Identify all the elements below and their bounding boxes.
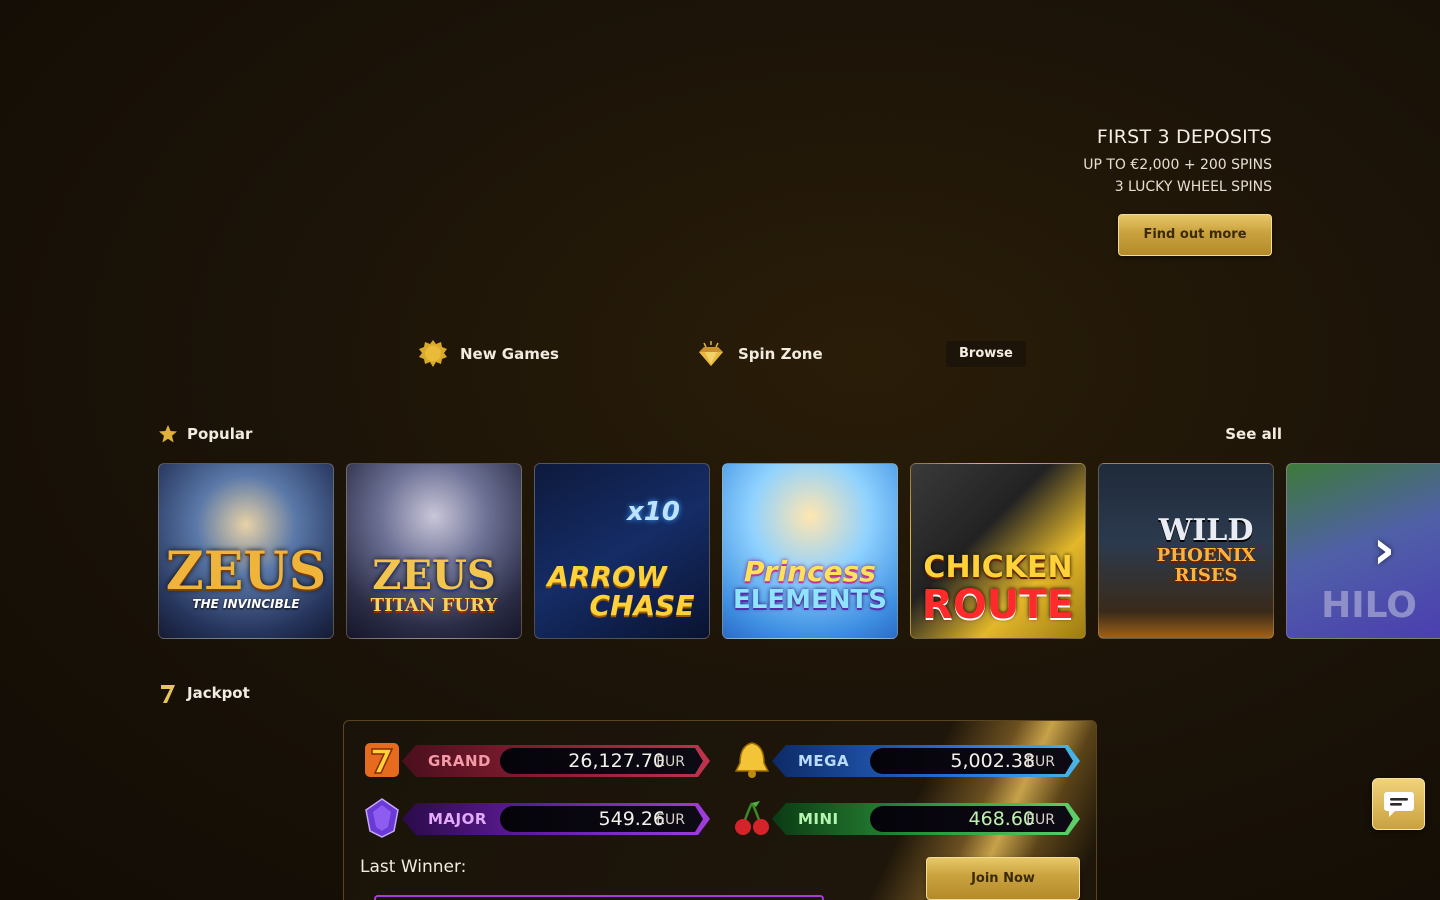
hero-spins-line: 3 LUCKY WHEEL SPINS [1114, 179, 1272, 195]
game-tile[interactable]: WILD PHOENIX RISES [1098, 463, 1274, 639]
category-nav: New Games Spin Zone Browse [0, 336, 1440, 372]
cherry-icon [730, 797, 774, 839]
game-title: ZEUS [165, 541, 327, 603]
last-winner-label: Last Winner: [360, 857, 467, 877]
jackpot-mega-label: MEGA [798, 752, 850, 770]
jackpot-mega: MEGA 5,002.38 EUR [730, 742, 1080, 778]
diamond-icon [699, 341, 723, 366]
jackpot-major-label: MAJOR [428, 810, 487, 828]
jackpot-major-plate: MAJOR 549.26 EUR [402, 803, 710, 835]
game-tile[interactable]: ZEUS TITAN FURY [346, 463, 522, 639]
browse-button[interactable]: Browse [946, 341, 1026, 367]
category-spin-zone[interactable]: Spin Zone [696, 336, 823, 372]
game-subtitle: CHASE [589, 588, 695, 622]
join-now-button[interactable]: Join Now [926, 857, 1080, 900]
jackpot-grand-label: GRAND [428, 752, 491, 770]
jackpot-mini: MINI 468.60 EUR [730, 801, 1080, 835]
carousel-next-arrow[interactable]: › [1356, 520, 1412, 580]
gem-icon [360, 797, 404, 839]
game-title: Princess [744, 554, 876, 588]
sun-badge-icon [419, 340, 447, 367]
game-title: ARROW [547, 559, 667, 593]
jackpot-mega-currency: EUR [1026, 754, 1055, 770]
game-tile[interactable]: ZEUS THE INVINCIBLE [158, 463, 334, 639]
game-title: ZEUS [372, 552, 496, 600]
game-subtitle: ELEMENTS [733, 584, 887, 615]
jackpot-grand-amount: 26,127.70 [568, 750, 665, 772]
jackpot-grand-value: 26,127.70 EUR [500, 748, 703, 774]
game-tile[interactable]: CHICKEN ROUTE [910, 463, 1086, 639]
jackpot-mini-plate: MINI 468.60 EUR [772, 803, 1080, 835]
hero-promo: FIRST 3 DEPOSITS UP TO €2,000 + 200 SPIN… [1083, 126, 1272, 198]
hero-offer-line: UP TO €2,000 + 200 SPINS [1083, 157, 1272, 173]
last-winner-bar [374, 895, 824, 900]
category-new-games[interactable]: New Games [418, 336, 559, 372]
jackpot-mini-amount: 468.60 [968, 808, 1035, 830]
game-subtitle: ROUTE [922, 582, 1074, 628]
jackpot-title: Jackpot [187, 684, 250, 702]
game-subtitle: PHOENIX RISES [1156, 545, 1256, 586]
jackpot-major-amount: 549.26 [598, 808, 665, 830]
chat-button[interactable] [1372, 778, 1425, 830]
game-title: CHICKEN [923, 550, 1073, 585]
popular-title: Popular [187, 425, 253, 443]
jackpot-mini-currency: EUR [1026, 812, 1055, 828]
game-multiplier: x10 [627, 497, 680, 527]
jackpot-mini-value: 468.60 EUR [870, 806, 1073, 832]
bell-icon [730, 739, 774, 781]
jackpot-grand: GRAND 26,127.70 EUR [360, 743, 710, 777]
jackpot-major-value: 549.26 EUR [500, 806, 703, 832]
game-subtitle: TITAN FURY [370, 595, 498, 617]
jackpot-heading: Jackpot [158, 682, 250, 704]
jackpot-mega-amount: 5,002.38 [950, 750, 1035, 772]
jackpot-major-currency: EUR [656, 812, 685, 828]
see-all-link[interactable]: See all [1225, 425, 1282, 443]
seven-icon [161, 685, 175, 703]
jackpot-major: MAJOR 549.26 EUR [360, 798, 710, 838]
jackpot-grand-plate: GRAND 26,127.70 EUR [402, 745, 710, 777]
jackpot-grand-currency: EUR [656, 754, 685, 770]
chat-icon [1383, 792, 1414, 817]
jackpot-mini-label: MINI [798, 810, 839, 828]
star-icon [159, 425, 177, 443]
game-title: WILD [1158, 513, 1254, 549]
hero-title: FIRST 3 DEPOSITS [1096, 126, 1272, 148]
popular-heading: Popular [158, 424, 252, 444]
category-new-games-label: New Games [460, 345, 559, 363]
game-tile[interactable]: x10 ARROW CHASE [534, 463, 710, 639]
jackpot-mega-value: 5,002.38 EUR [870, 748, 1073, 774]
category-spin-zone-label: Spin Zone [738, 345, 823, 363]
jackpot-mega-plate: MEGA 5,002.38 EUR [772, 745, 1080, 777]
seven-icon [360, 739, 404, 781]
game-tile[interactable]: Princess ELEMENTS [722, 463, 898, 639]
game-subtitle: HILO [1321, 585, 1417, 627]
game-subtitle: THE INVINCIBLE [192, 597, 300, 612]
find-out-more-button[interactable]: Find out more [1118, 214, 1272, 256]
